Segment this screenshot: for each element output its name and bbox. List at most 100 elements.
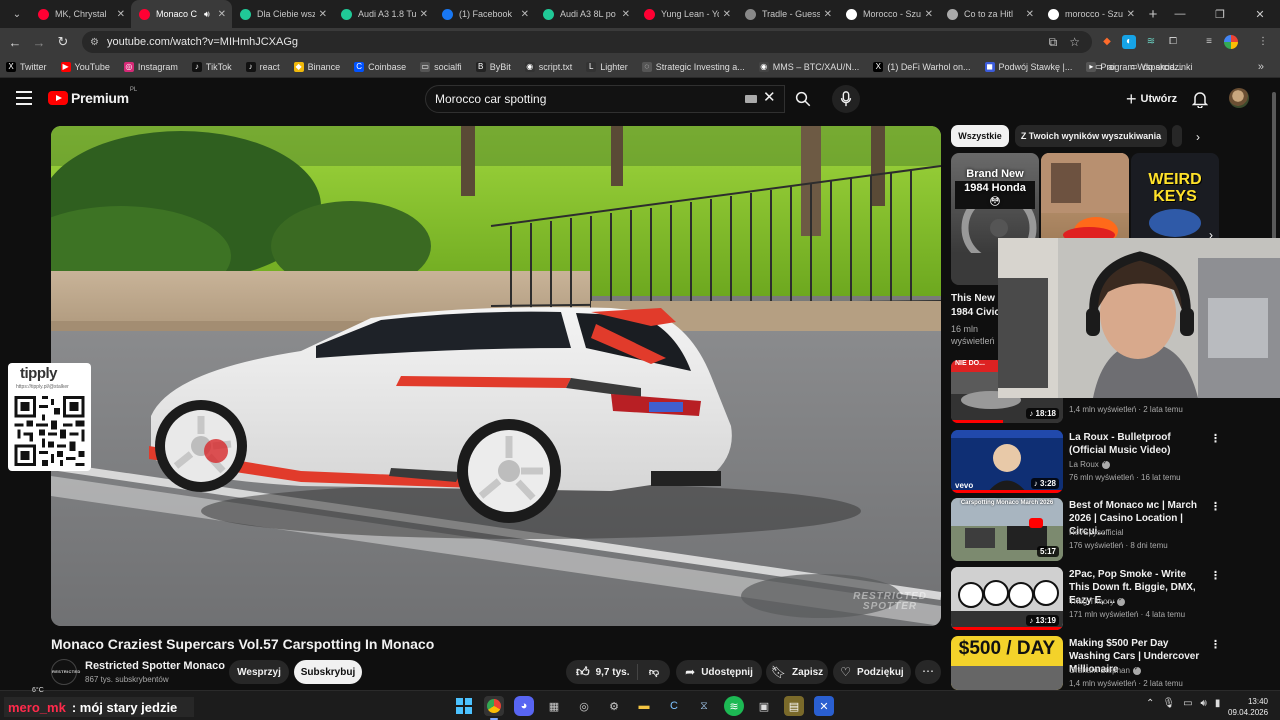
video-player[interactable]: RESTRICTED SPOTTER [51, 126, 941, 626]
bookmark-item[interactable]: ♪ TikTok [191, 61, 232, 72]
support-button[interactable]: Wesprzyj [229, 660, 289, 684]
restore-icon[interactable]: ❐ [1200, 8, 1240, 21]
browser-tab[interactable]: Audi A3 1.8 Tu ✕ [333, 0, 434, 28]
bookmark-item[interactable]: ◎ Instagram [123, 61, 178, 72]
tab-close-icon[interactable]: ✕ [1127, 9, 1135, 20]
related-menu-icon[interactable]: ⋮ [1210, 569, 1221, 582]
bookmark-star-icon[interactable]: ☆ [1069, 35, 1080, 50]
thanks-button[interactable]: ♡ Podziękuj [833, 660, 911, 684]
extension-icon-blue[interactable]: ◐ [1122, 35, 1136, 49]
browser-tab[interactable]: morocco - Szu ✕ [1040, 0, 1141, 28]
tab-close-icon[interactable]: ✕ [1026, 9, 1034, 20]
chrome-taskbar-icon[interactable] [484, 696, 504, 720]
channel-name[interactable]: Restricted Spotter Monaco [85, 660, 225, 672]
like-button[interactable]: 👍︎ 9,7 tys. [566, 664, 638, 680]
site-info-icon[interactable]: ⚙ [90, 37, 99, 48]
media-app-taskbar-icon[interactable]: ▣ [754, 696, 774, 716]
chip-all[interactable]: Wszystkie [951, 125, 1009, 147]
keyboard-icon[interactable] [745, 95, 757, 103]
cast-icon[interactable]: ⧉ [1049, 35, 1058, 50]
related-thumbnail-5[interactable]: $500 / DAY [951, 636, 1063, 690]
app-c-taskbar-icon[interactable]: C [664, 696, 684, 716]
browser-tab[interactable]: (1) Facebook ✕ [434, 0, 535, 28]
chip-partial[interactable] [1172, 125, 1182, 147]
bookmark-item[interactable]: ♪ react [245, 61, 280, 72]
bookmark-item[interactable]: ◆ Binance [293, 61, 340, 72]
voice-search-button[interactable] [832, 85, 860, 113]
tab-close-icon[interactable]: ✕ [420, 9, 428, 20]
notifications-bell-icon[interactable] [1192, 90, 1208, 108]
windows-start-icon[interactable] [454, 696, 474, 716]
tab-close-icon[interactable]: ✕ [319, 9, 327, 20]
reload-icon[interactable]: ↻ [51, 34, 75, 50]
short-title[interactable]: This New 1984 Civic [951, 292, 1000, 320]
tab-close-icon[interactable]: ✕ [723, 9, 731, 20]
tool-taskbar-icon[interactable]: ✕ [814, 696, 834, 716]
browser-tab[interactable]: MK, Chrystal ✕ [30, 0, 131, 28]
close-window-icon[interactable]: ✕ [1240, 8, 1280, 21]
related-channel[interactable]: Graham Stephan [1069, 665, 1141, 675]
clear-search-icon[interactable]: ✕ [763, 88, 776, 106]
display-tray-icon[interactable]: ▭ [1183, 698, 1192, 709]
volume-icon[interactable]: 🔊︎ [1201, 698, 1207, 709]
back-icon[interactable]: ← [3, 35, 27, 50]
related-channel[interactable]: Thug Theory [1069, 596, 1126, 606]
spotify-taskbar-icon[interactable]: ≋ [724, 696, 744, 716]
browser-tab[interactable]: Yung Lean - Yo ✕ [636, 0, 737, 28]
tab-close-icon[interactable]: ✕ [521, 9, 529, 20]
related-channel[interactable]: RevSpysofficial [1069, 528, 1124, 537]
tab-close-icon[interactable]: ✕ [117, 9, 125, 20]
search-button[interactable] [786, 85, 820, 113]
bookmarks-overflow-icon[interactable]: » [1258, 61, 1264, 73]
taskbar-clock[interactable]: 13:40 09.04.2026 [1228, 696, 1268, 718]
profile-icon[interactable] [1224, 35, 1238, 49]
related-thumbnail-4[interactable]: ♪ 13:19 [951, 567, 1063, 630]
file-explorer-icon[interactable]: ▬ [634, 696, 654, 716]
address-bar[interactable]: ⚙ youtube.com/watch?v=MIHmhJCXAGg ⧉ ☆ [82, 31, 1092, 53]
browser-tab[interactable]: Co to za Hitl ✕ [939, 0, 1040, 28]
discord-taskbar-icon[interactable]: ◕ [514, 696, 534, 716]
bookmark-folder[interactable]: ▭ ai [1094, 62, 1115, 72]
extensions-puzzle-icon[interactable]: ⧠ [1166, 35, 1180, 49]
share-button[interactable]: ➦ Udostępnij [676, 660, 762, 684]
tray-expand-icon[interactable]: ⌃ [1146, 698, 1154, 709]
tab-audio-icon[interactable]: 🔊︎ [204, 9, 210, 20]
bookmark-item[interactable]: L Lighter [586, 61, 628, 72]
subscribe-button[interactable]: Subskrybuj [294, 660, 362, 684]
obs-taskbar-icon[interactable]: ◎ [574, 696, 594, 716]
game-taskbar-icon[interactable]: ▤ [784, 696, 804, 716]
search-input[interactable]: Morocco car spotting [425, 85, 785, 113]
bookmark-item[interactable]: ◉ MMS – BTC/XAU/N... [758, 61, 859, 72]
related-thumbnail-3[interactable]: Carspotting Monaco March 2026 5:17 [951, 498, 1063, 561]
save-button[interactable]: 🔖︎ Zapisz [766, 660, 828, 684]
extension-icon-teal[interactable]: ≋ [1144, 35, 1158, 49]
browser-tab[interactable]: Audi A3 8L po ✕ [535, 0, 636, 28]
bookmark-item[interactable]: ▶ YouTube [60, 61, 110, 72]
app-taskbar-icon[interactable]: ▦ [544, 696, 564, 716]
related-thumbnail-2[interactable]: vevo ♪ 3:28 [951, 430, 1063, 493]
tab-close-icon[interactable]: ✕ [925, 9, 933, 20]
network-app-taskbar-icon[interactable]: ⧖ [694, 696, 714, 716]
browser-tab[interactable]: Dla Ciebie wsz ✕ [232, 0, 333, 28]
related-menu-icon[interactable]: ⋮ [1210, 500, 1221, 513]
brave-extension-icon[interactable]: ◆ [1100, 35, 1114, 49]
menu-icon[interactable] [16, 91, 32, 105]
tab-close-icon[interactable]: ✕ [218, 9, 226, 20]
channel-avatar[interactable]: RESTRICTED [51, 659, 80, 685]
tab-search-icon[interactable]: ⌄ [4, 3, 30, 25]
bookmark-item[interactable]: ▭ socialfi [420, 61, 462, 72]
browser-menu-icon[interactable]: ⋮ [1256, 35, 1270, 49]
user-avatar[interactable] [1229, 88, 1249, 108]
battery-icon[interactable]: ▮ [1215, 698, 1221, 709]
steam-taskbar-icon[interactable]: ⚙ [604, 696, 624, 716]
browser-tab[interactable]: Morocco - Szu ✕ [838, 0, 939, 28]
related-menu-icon[interactable]: ⋮ [1210, 432, 1221, 445]
bookmark-item[interactable]: B ByBit [475, 61, 511, 72]
related-channel[interactable]: La Roux [1069, 459, 1110, 469]
reading-list-icon[interactable]: ≡ [1202, 35, 1216, 49]
minimize-icon[interactable]: — [1160, 8, 1200, 20]
browser-tab[interactable]: Monaco C 🔊︎ ✕ [131, 0, 232, 28]
dislike-button[interactable]: 👎︎ [638, 666, 670, 678]
create-button[interactable]: + Utwórz [1116, 86, 1187, 112]
tab-close-icon[interactable]: ✕ [622, 9, 630, 20]
